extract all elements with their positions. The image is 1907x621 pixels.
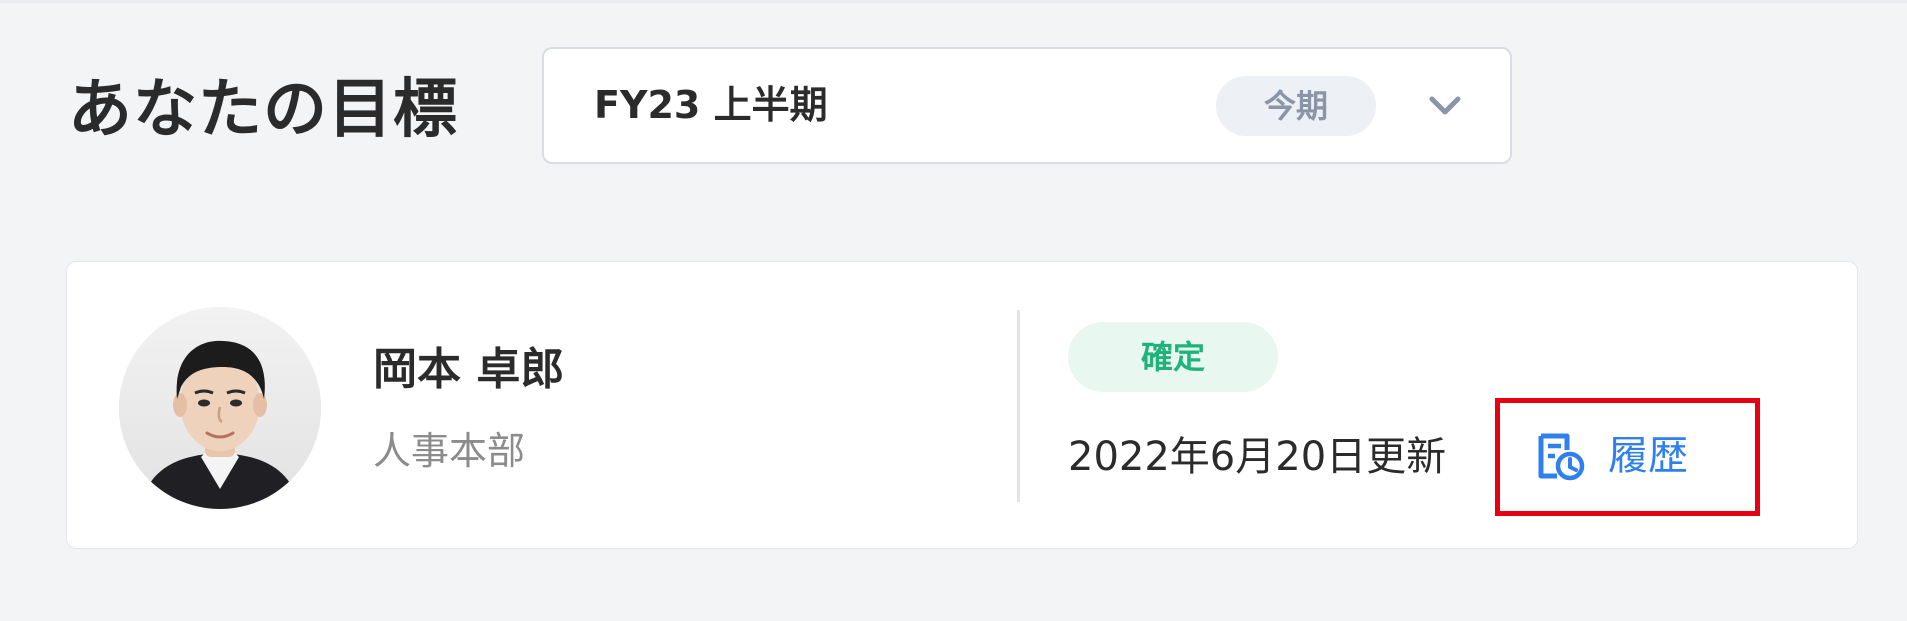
period-select-value: FY23 上半期	[594, 83, 828, 127]
chevron-down-icon[interactable]	[1422, 83, 1468, 129]
current-period-badge: 今期	[1216, 76, 1376, 136]
status-badge: 確定	[1068, 322, 1278, 392]
profile-card: 岡本 卓郎 人事本部 確定 2022年6月20日更新 履歴	[66, 261, 1858, 549]
user-department: 人事本部	[373, 429, 526, 473]
history-button[interactable]: 履歴	[1495, 398, 1760, 516]
page-title: あなたの目標	[68, 73, 458, 147]
avatar	[119, 307, 321, 509]
period-select[interactable]: FY23 上半期 今期	[542, 47, 1512, 164]
vertical-divider	[1017, 310, 1020, 502]
top-divider	[0, 0, 1907, 3]
updated-date: 2022年6月20日更新	[1068, 434, 1447, 480]
history-icon	[1537, 432, 1585, 482]
user-name: 岡本 卓郎	[373, 344, 565, 395]
history-label: 履歴	[1608, 433, 1688, 479]
